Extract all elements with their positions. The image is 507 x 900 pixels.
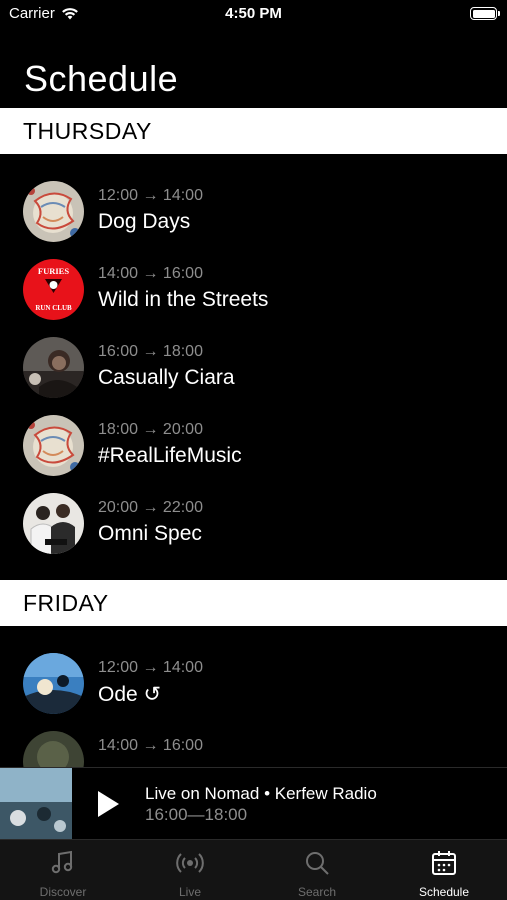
mini-player[interactable]: Live on Nomad • Kerfew Radio 16:00—18:00	[0, 767, 507, 840]
show-title: Omni Spec	[98, 522, 202, 545]
show-title: Wild in the Streets	[98, 288, 269, 311]
show-avatar	[23, 181, 84, 242]
music-note-icon	[51, 850, 73, 874]
show-title: Dog Days	[98, 210, 191, 233]
status-bar: Carrier 4:50 PM	[0, 0, 507, 30]
player-artwork	[0, 768, 72, 840]
show-title: #RealLifeMusic	[98, 444, 242, 467]
tab-label: Search	[297, 885, 337, 899]
show-time: 18:00 → 20:00	[98, 421, 203, 438]
show-title: Casually Ciara	[98, 366, 235, 389]
show-time: 14:00 → 16:00	[98, 737, 203, 754]
day-header-thursday: THURSDAY	[0, 108, 507, 154]
tab-search[interactable]: Search	[254, 840, 380, 900]
tab-bar: Discover Live Search Schedule	[0, 839, 507, 900]
show-avatar	[23, 653, 84, 714]
tab-live[interactable]: Live	[127, 840, 253, 900]
day-header-friday: FRIDAY	[0, 580, 507, 626]
show-time: 12:00 → 14:00	[98, 187, 203, 204]
broadcast-icon	[176, 853, 204, 873]
show-item[interactable]: 12:00 → 14:00 Ode ↺	[0, 653, 507, 731]
show-item[interactable]: 16:00 → 18:00 Casually Ciara	[0, 337, 507, 415]
tab-label: Discover	[39, 885, 87, 899]
avatar-text-bottom: RUN CLUB	[35, 304, 72, 312]
show-title: Ode ↺	[98, 683, 162, 706]
tab-discover[interactable]: Discover	[0, 840, 126, 900]
show-avatar	[23, 493, 84, 554]
show-avatar	[23, 415, 84, 476]
tab-schedule[interactable]: Schedule	[381, 840, 507, 900]
tab-label: Schedule	[418, 885, 470, 899]
calendar-icon	[432, 851, 456, 875]
show-item[interactable]: 12:00 → 14:00 Dog Days	[0, 181, 507, 259]
player-time: 16:00—18:00	[145, 805, 248, 824]
avatar-text-top: FURIES	[38, 266, 69, 276]
page-title: Schedule	[24, 58, 179, 99]
search-icon	[306, 852, 329, 875]
battery-icon	[470, 7, 500, 20]
show-avatar	[23, 337, 84, 398]
status-time: 4:50 PM	[225, 5, 282, 22]
show-item[interactable]: 20:00 → 22:00 Omni Spec	[0, 493, 507, 571]
show-time: 14:00 → 16:00	[98, 265, 203, 282]
show-time: 16:00 → 18:00	[98, 343, 203, 360]
show-item[interactable]: 14:00 → 16:00	[0, 731, 507, 767]
show-avatar	[23, 731, 84, 767]
show-time: 20:00 → 22:00	[98, 499, 203, 516]
show-avatar: FURIES RUN CLUB	[23, 259, 84, 320]
play-icon[interactable]	[96, 790, 120, 818]
show-item[interactable]: FURIES RUN CLUB 14:00 → 16:00 Wild in th…	[0, 259, 507, 337]
show-time: 12:00 → 14:00	[98, 659, 203, 676]
player-title: Live on Nomad • Kerfew Radio	[145, 784, 377, 803]
tab-label: Live	[178, 885, 201, 899]
show-item[interactable]: 18:00 → 20:00 #RealLifeMusic	[0, 415, 507, 493]
